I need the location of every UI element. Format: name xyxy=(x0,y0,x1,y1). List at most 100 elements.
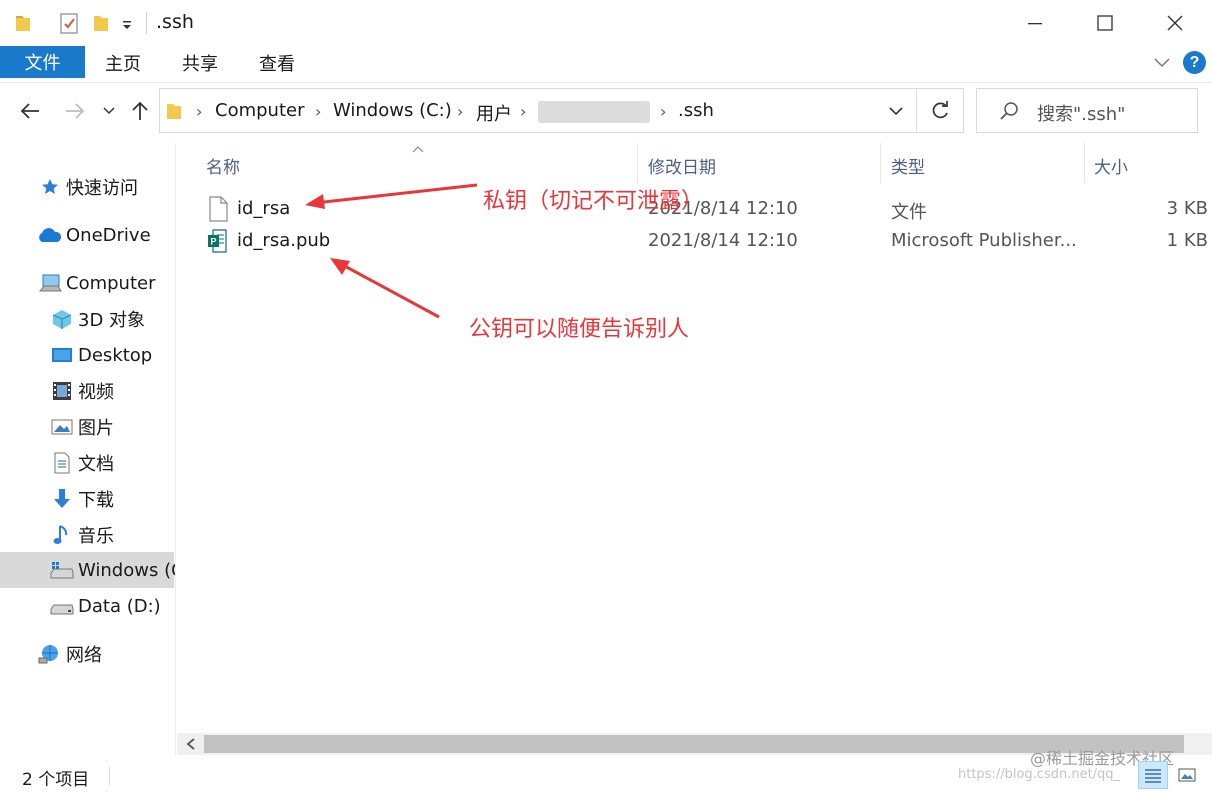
column-header-size[interactable]: 大小 xyxy=(1094,153,1128,178)
file-size: 1 KB xyxy=(1166,230,1208,251)
breadcrumb-users[interactable]: 用户 xyxy=(476,100,512,126)
sidebar-item-label: 下载 xyxy=(78,490,114,511)
sidebar-item-label: Desktop xyxy=(78,344,153,366)
star-icon xyxy=(38,175,62,199)
sidebar-item-downloads[interactable]: 下载 xyxy=(50,481,114,517)
window-title: .ssh xyxy=(156,11,194,33)
sidebar-item-onedrive[interactable]: OneDrive xyxy=(36,217,151,253)
refresh-button[interactable] xyxy=(917,88,964,133)
new-folder-icon[interactable] xyxy=(92,10,110,36)
tab-file[interactable]: 文件 xyxy=(0,46,85,78)
sidebar-item-documents[interactable]: 文档 xyxy=(50,445,114,481)
close-icon xyxy=(1167,15,1183,31)
sidebar-item-label: Data (D:) xyxy=(78,595,161,617)
music-icon xyxy=(50,523,74,547)
cube-icon xyxy=(50,307,74,331)
tab-share[interactable]: 共享 xyxy=(182,50,218,76)
customize-quick-access-icon[interactable] xyxy=(120,10,134,36)
drive-icon xyxy=(50,594,74,618)
sidebar-item-network[interactable]: 网络 xyxy=(38,636,102,672)
breadcrumb-username-redacted[interactable] xyxy=(538,101,650,123)
close-button[interactable] xyxy=(1140,0,1210,46)
large-icons-view-icon xyxy=(1178,768,1196,782)
sidebar-item-desktop[interactable]: Desktop xyxy=(50,337,152,373)
breadcrumb-computer[interactable]: Computer xyxy=(215,100,304,121)
search-input[interactable]: 搜索".ssh" xyxy=(1037,100,1125,126)
details-view-icon xyxy=(1145,769,1161,783)
sidebar-item-windows-c[interactable]: Windows (C xyxy=(50,552,176,588)
recent-locations-chevron-icon[interactable] xyxy=(101,103,117,123)
picture-icon xyxy=(50,415,74,439)
forward-arrow-icon[interactable] xyxy=(63,99,87,127)
breadcrumb-chevron-icon[interactable]: › xyxy=(196,102,202,121)
sidebar-item-pictures[interactable]: 图片 xyxy=(50,409,114,445)
title-bar: .ssh xyxy=(0,0,1212,46)
folder-icon xyxy=(14,10,32,36)
breadcrumb-chevron-icon[interactable]: › xyxy=(660,102,666,121)
breadcrumb-ssh[interactable]: .ssh xyxy=(678,100,714,121)
properties-icon[interactable] xyxy=(58,10,80,36)
maximize-icon xyxy=(1097,15,1113,31)
address-dropdown-chevron-icon[interactable] xyxy=(887,103,905,123)
sidebar-item-music[interactable]: 音乐 xyxy=(50,517,114,553)
expand-ribbon-chevron-icon[interactable] xyxy=(1152,54,1172,74)
tab-home[interactable]: 主页 xyxy=(105,50,141,76)
sidebar-item-videos[interactable]: 视频 xyxy=(50,373,114,409)
ribbon-tabs: 文件 主页 共享 查看 ? xyxy=(0,46,1212,83)
file-size: 3 KB xyxy=(1166,198,1208,219)
minimize-button[interactable] xyxy=(1000,0,1070,46)
column-divider[interactable] xyxy=(1084,143,1085,183)
drive-c-icon xyxy=(50,558,74,582)
sidebar-item-data-d[interactable]: Data (D:) xyxy=(50,588,161,624)
download-icon xyxy=(50,487,74,511)
navigation-pane: 快速访问 OneDrive Computer 3D 对象 Desktop 视频 … xyxy=(0,143,176,755)
sidebar-item-label: Windows (C xyxy=(78,559,176,581)
desktop-icon xyxy=(50,343,74,367)
sidebar-item-label: 快速访问 xyxy=(66,178,138,199)
breadcrumb-chevron-icon[interactable]: › xyxy=(520,102,526,121)
breadcrumb-chevron-icon[interactable]: › xyxy=(315,102,321,121)
sidebar-item-3d-objects[interactable]: 3D 对象 xyxy=(50,301,145,337)
sidebar-item-label: Computer xyxy=(66,272,156,294)
breadcrumb-windows-c[interactable]: Windows (C:) xyxy=(333,100,452,121)
column-divider[interactable] xyxy=(880,143,881,183)
details-view-button[interactable] xyxy=(1138,761,1168,789)
back-arrow-icon[interactable] xyxy=(18,99,42,127)
address-bar[interactable]: › Computer › Windows (C:) › 用户 › › .ssh xyxy=(159,88,917,133)
sidebar-item-label: 文档 xyxy=(78,454,114,475)
scroll-left-arrow-icon[interactable] xyxy=(180,736,202,752)
sidebar-item-label: OneDrive xyxy=(66,224,151,246)
minimize-icon xyxy=(1028,23,1042,25)
help-button[interactable]: ? xyxy=(1183,51,1206,74)
search-box[interactable]: 搜索".ssh" xyxy=(976,88,1198,133)
status-separator xyxy=(109,767,110,785)
search-icon xyxy=(999,101,1019,125)
sidebar-item-computer[interactable]: Computer xyxy=(38,265,155,301)
tab-view[interactable]: 查看 xyxy=(259,50,295,76)
sidebar-item-label: 网络 xyxy=(66,645,102,666)
network-icon xyxy=(38,642,62,666)
sidebar-item-label: 3D 对象 xyxy=(78,310,146,331)
refresh-icon xyxy=(932,100,948,118)
annotation-public-key: 公钥可以随便告诉别人 xyxy=(469,317,690,342)
sidebar-item-quick-access[interactable]: 快速访问 xyxy=(38,169,138,205)
item-count: 2 个项目 xyxy=(22,770,90,790)
sidebar-item-label: 图片 xyxy=(78,418,114,439)
document-icon xyxy=(50,451,74,475)
watermark-url: https://blog.csdn.net/qq_ xyxy=(958,767,1121,782)
file-type: Microsoft Publisher... xyxy=(891,230,1077,251)
cloud-icon xyxy=(36,223,62,247)
annotation-private-key: 私钥（切记不可泄露） xyxy=(483,189,704,214)
up-arrow-icon[interactable] xyxy=(128,99,152,127)
address-folder-icon xyxy=(166,101,182,125)
film-icon xyxy=(50,379,74,403)
breadcrumb-chevron-icon[interactable]: › xyxy=(457,102,463,121)
file-type: 文件 xyxy=(891,202,927,223)
sidebar-item-label: 视频 xyxy=(78,382,114,403)
maximize-button[interactable] xyxy=(1070,0,1140,46)
computer-icon xyxy=(38,271,62,295)
navigation-bar: › Computer › Windows (C:) › 用户 › › .ssh … xyxy=(0,83,1212,143)
large-icons-view-button[interactable] xyxy=(1172,761,1202,789)
column-header-type[interactable]: 类型 xyxy=(891,153,925,178)
title-separator xyxy=(146,12,147,34)
